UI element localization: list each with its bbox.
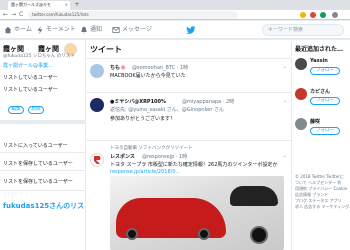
browser-tab-bar: 霞ヶ関ガールズ@キモ × + [0, 0, 350, 10]
list-members-link[interactable]: リストしているユーザー [3, 74, 58, 81]
footer-text[interactable]: 求人 広告する マーケティング [295, 204, 349, 210]
list-subscribers-link[interactable]: リストしているユーザー [3, 86, 58, 93]
list-profile-card: 霞ヶ関 霞ヶ関 @fukuda125 シロちゃん のリスト 霞ヶ関ガール@事業…… [0, 40, 85, 120]
profile-icon[interactable] [332, 12, 338, 18]
timeline-header: ツイート [90, 45, 122, 54]
forward-icon[interactable]: → [11, 11, 16, 19]
right-sidebar: 最近追加された… Yassin フォロー カピさん フォロー 藤咲 フォロー ©… [292, 40, 350, 250]
nav-messages-label: メッセージ [122, 26, 152, 33]
edit-button[interactable]: 編集 [8, 106, 24, 114]
lightning-icon [37, 25, 43, 34]
delete-button[interactable]: 削除 [28, 106, 44, 114]
wheel [126, 228, 138, 240]
wheel [250, 226, 268, 244]
left-column: 霞ヶ関 霞ヶ関 @fukuda125 シロちゃん のリスト 霞ヶ関ガール@事業…… [0, 40, 91, 250]
extension-icon[interactable] [310, 12, 316, 18]
nav-notifications-label: 通知 [90, 26, 103, 33]
back-icon[interactable]: ← [3, 11, 8, 19]
extension-icon[interactable] [320, 12, 326, 18]
user-name[interactable]: Yassin [310, 58, 328, 64]
nav-home-label: ホーム [14, 26, 32, 33]
suggested-user[interactable]: カピさん フォロー [292, 86, 350, 116]
avatar[interactable] [295, 88, 307, 100]
avatar[interactable] [295, 118, 307, 130]
tweet-reply-to[interactable]: 返信先: @yuino_sasaki さん、@Ginopnker さん [110, 106, 224, 113]
tweet-author[interactable]: ちも🌸 [110, 64, 126, 71]
extension-icon[interactable] [300, 12, 306, 18]
close-icon[interactable]: × [65, 2, 68, 7]
new-tab-button[interactable]: + [72, 1, 82, 9]
car-image [230, 186, 278, 206]
lists-panel: リストに入っているユーザー リストを保存しているユーザー リストを保存しているユ… [0, 124, 91, 250]
tweet[interactable]: ちも🌸 @somoohan_BTC · 1時 MACBOOK届いたから今見ていた… [86, 58, 291, 88]
divider [0, 152, 85, 153]
tweet-author[interactable]: ●ミヤシバ@XRP100% [110, 98, 166, 105]
twitter-top-nav: ホーム モーメント 通知 メッセージ キーワード検索 [0, 21, 350, 39]
response-logo-icon [94, 156, 101, 164]
tweet-author[interactable]: レスポンス [110, 153, 135, 160]
divider [0, 190, 85, 191]
url-input[interactable]: twitter.com/fukudas125/lists [28, 11, 238, 19]
chevron-down-icon[interactable]: ⌄ [283, 98, 287, 104]
suggested-user[interactable]: 藤咲 フォロー [292, 116, 350, 146]
browser-tab[interactable]: 霞ヶ関ガールズ@キモ × [8, 1, 70, 10]
recently-added-header: 最近追加された… [295, 46, 344, 53]
chevron-down-icon[interactable]: ⌄ [283, 64, 287, 70]
nav-moments[interactable]: モーメント [36, 25, 76, 35]
follow-button[interactable]: フォロー [310, 127, 340, 135]
divider [0, 170, 85, 171]
list-subscribers-item-2[interactable]: リストを保存しているユーザー [3, 178, 73, 185]
list-subtitle: @fukuda125 シロちゃん のリスト [3, 54, 75, 59]
nav-home[interactable]: ホーム [4, 25, 32, 35]
reload-icon[interactable]: C [19, 11, 23, 19]
follow-button[interactable]: フォロー [310, 67, 340, 75]
retweet-note[interactable]: トヨタ自動車 ソフトバンクがリツイート [110, 145, 193, 151]
list-subscribers-item[interactable]: リストを保存しているユーザー [3, 160, 73, 167]
tweet[interactable]: ●ミヤシバ@XRP100% @miyappanapa · 2時 返信先: @yu… [86, 92, 291, 136]
tweet-text: MACBOOK届いたから今見ていた [110, 73, 186, 79]
avatar[interactable] [90, 153, 104, 167]
nav-messages[interactable]: メッセージ [112, 25, 152, 35]
search-input[interactable]: キーワード検索 [262, 24, 344, 36]
user-name[interactable]: 藤咲 [310, 118, 320, 125]
follow-button[interactable]: フォロー [310, 97, 340, 105]
envelope-icon [112, 26, 120, 33]
wheel [198, 228, 210, 240]
avatar[interactable] [295, 58, 307, 70]
tweet-handle[interactable]: @responsejp · 1時 [142, 153, 187, 160]
tweet-handle[interactable]: @miyappanapa · 2時 [182, 98, 234, 105]
suggested-user[interactable]: Yassin フォロー [292, 56, 350, 86]
avatar[interactable] [90, 64, 104, 78]
twitter-bird-icon[interactable] [186, 25, 196, 35]
tweet-link[interactable]: response.jp/article/2018/0… [110, 169, 181, 175]
nav-moments-label: モーメント [46, 26, 76, 33]
user-name[interactable]: カピさん [310, 88, 330, 95]
user-lists-title[interactable]: fukudas125さんのリスト [3, 201, 91, 211]
tweet-media-image[interactable] [110, 176, 284, 250]
avatar[interactable] [90, 98, 104, 112]
bell-icon [81, 26, 87, 34]
timeline: ツイート ちも🌸 @somoohan_BTC · 1時 MACBOOK届いたから… [86, 40, 291, 250]
address-bar: ← → C twitter.com/fukudas125/lists [0, 10, 350, 20]
tweet-handle[interactable]: @somoohan_BTC · 1時 [132, 64, 188, 71]
home-icon [4, 26, 12, 33]
chevron-down-icon[interactable]: ⌄ [283, 153, 287, 159]
tab-title: 霞ヶ関ガールズ@キモ [11, 2, 51, 7]
list-description[interactable]: 霞ヶ関ガール@事業… [3, 62, 53, 69]
nav-notifications[interactable]: 通知 [80, 25, 102, 35]
tweet-text: 参加ありがとうございます！ [110, 116, 176, 122]
tweet-text: トヨタ スープラ 市販型に新たな確定情報！262馬力のツインターボ設定か [110, 162, 278, 168]
list-members-item[interactable]: リストに入っているユーザー [3, 142, 68, 149]
